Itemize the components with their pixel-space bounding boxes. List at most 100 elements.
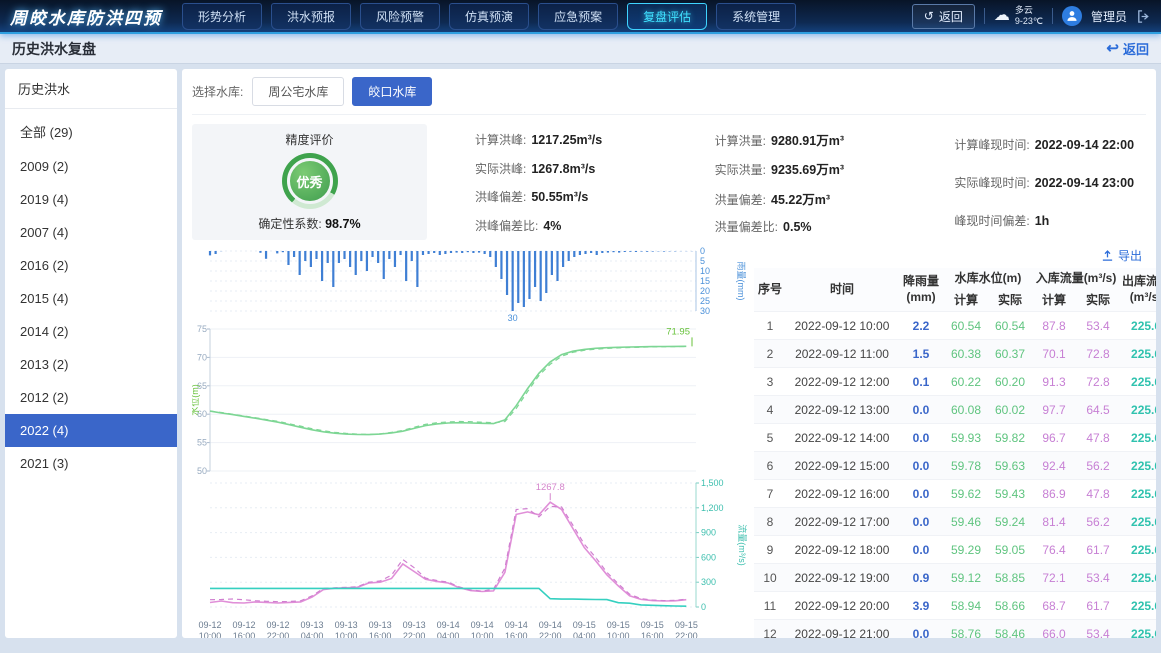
- svg-text:30: 30: [700, 306, 710, 316]
- sidebar-item-2015[interactable]: 2015 (4): [5, 282, 177, 315]
- stat-实际洪量: 实际洪量:9235.69万m³: [715, 159, 907, 178]
- svg-text:50: 50: [197, 466, 207, 476]
- reservoir-tabs: 周公宅水库皎口水库: [252, 77, 432, 106]
- svg-text:10: 10: [700, 266, 710, 276]
- svg-text:5: 5: [700, 256, 705, 266]
- table-row: 32022-09-12 12:000.160.2260.2091.372.822…: [754, 368, 1156, 396]
- table-row: 102022-09-12 19:000.959.1258.8572.153.42…: [754, 564, 1156, 592]
- table-body: 12022-09-12 10:002.260.5460.5487.853.422…: [754, 312, 1156, 638]
- svg-text:20: 20: [700, 286, 710, 296]
- menu-item-系统管理[interactable]: 系统管理: [716, 3, 796, 30]
- sidebar-item-2022[interactable]: 2022 (4): [5, 414, 177, 447]
- divider: [984, 8, 985, 24]
- flow-chart: 03006009001,2001,500流量(m³/s)1267.8: [192, 479, 748, 619]
- svg-text:1,500: 1,500: [701, 479, 724, 488]
- export-row: 导出: [754, 247, 1146, 268]
- sidebar-item-2021[interactable]: 2021 (3): [5, 447, 177, 480]
- back-arrow-icon: ↩: [1106, 41, 1119, 56]
- svg-text:0: 0: [701, 602, 706, 612]
- water-level-chart: 505560657075水位(m)71.95: [192, 323, 748, 479]
- reservoir-select-row: 选择水库: 周公宅水库皎口水库: [192, 77, 1146, 115]
- sidebar-item-全部[interactable]: 全部 (29): [5, 113, 177, 150]
- table-column: 导出 序号时间降雨量 (mm)水库水位(m)入库流量(m³/s)出库流量 (m³…: [754, 247, 1146, 638]
- table-row: 62022-09-12 15:000.059.7859.6392.456.222…: [754, 452, 1156, 480]
- weather-condition: 多云: [1015, 5, 1043, 16]
- menu-item-形势分析[interactable]: 形势分析: [182, 3, 262, 30]
- sidebar-item-2013[interactable]: 2013 (2): [5, 348, 177, 381]
- svg-text:55: 55: [197, 438, 207, 448]
- menu-item-风险预警[interactable]: 风险预警: [360, 3, 440, 30]
- svg-text:1267.8: 1267.8: [536, 482, 565, 493]
- sidebar-item-2014[interactable]: 2014 (2): [5, 315, 177, 348]
- svg-text:71.95: 71.95: [666, 326, 690, 337]
- x-axis-label: 09-1216:00: [233, 620, 256, 638]
- reservoir-tab-周公宅水库[interactable]: 周公宅水库: [252, 77, 344, 106]
- export-button[interactable]: 导出: [1101, 247, 1142, 264]
- app-title: 周皎水库防洪四预: [10, 4, 162, 29]
- x-axis-label: 09-1422:00: [539, 620, 562, 638]
- table-row: 52022-09-12 14:000.059.9359.8296.747.822…: [754, 424, 1156, 452]
- sidebar-item-2019[interactable]: 2019 (4): [5, 183, 177, 216]
- username: 管理员: [1091, 8, 1127, 25]
- content-area: 历史洪水 全部 (29)2009 (2)2019 (4)2007 (4)2016…: [0, 64, 1161, 643]
- x-axis-label: 09-1416:00: [505, 620, 528, 638]
- x-axis-labels: 09-1210:0009-1216:0009-1222:0009-1304:00…: [192, 619, 748, 638]
- menu-item-洪水预报[interactable]: 洪水预报: [271, 3, 351, 30]
- avatar[interactable]: [1062, 6, 1082, 26]
- x-axis-label: 09-1410:00: [471, 620, 494, 638]
- stat-实际洪峰: 实际洪峰:1267.8m³/s: [475, 160, 667, 177]
- charts-column: 051015202530雨量(mm)30 505560657075水位(m)71…: [192, 247, 748, 638]
- menu-item-应急预案[interactable]: 应急预案: [538, 3, 618, 30]
- x-axis-label: 09-1522:00: [675, 620, 698, 638]
- table-row: 42022-09-12 13:000.060.0860.0297.764.522…: [754, 396, 1156, 424]
- rainfall-chart: 051015202530雨量(mm)30: [192, 247, 748, 323]
- accuracy-grade-badge: 优秀: [287, 158, 333, 204]
- reservoir-tab-皎口水库[interactable]: 皎口水库: [352, 77, 432, 106]
- sidebar-item-2007[interactable]: 2007 (4): [5, 216, 177, 249]
- menu-item-复盘评估[interactable]: 复盘评估: [627, 3, 707, 30]
- table-row: 122022-09-12 21:000.058.7658.4666.053.42…: [754, 620, 1156, 638]
- sidebar-item-2012[interactable]: 2012 (2): [5, 381, 177, 414]
- x-axis-label: 09-1504:00: [573, 620, 596, 638]
- sidebar-item-2016[interactable]: 2016 (2): [5, 249, 177, 282]
- stat-实际峰现时间: 实际峰现时间:2022-09-14 23:00: [954, 174, 1146, 191]
- menu-item-仿真预演[interactable]: 仿真预演: [449, 3, 529, 30]
- sidebar-title: 历史洪水: [5, 69, 177, 109]
- svg-text:25: 25: [700, 296, 710, 306]
- sidebar-item-2009[interactable]: 2009 (2): [5, 150, 177, 183]
- page-header: 历史洪水复盘 ↩ 返回: [0, 34, 1161, 64]
- flood-data-table: 序号时间降雨量 (mm)水库水位(m)入库流量(m³/s)出库流量 (m³/s)…: [754, 268, 1156, 638]
- x-axis-label: 09-1222:00: [267, 620, 290, 638]
- accuracy-title: 精度评价: [285, 131, 333, 148]
- svg-text:30: 30: [508, 313, 518, 323]
- main-panel: 选择水库: 周公宅水库皎口水库 精度评价 优秀 确定性系数: 98.7% 计算洪…: [182, 69, 1156, 638]
- table-row: 12022-09-12 10:002.260.5460.5487.853.422…: [754, 312, 1156, 340]
- svg-text:流量(m³/s): 流量(m³/s): [737, 524, 748, 566]
- stat-洪峰偏差比: 洪峰偏差比:4%: [475, 217, 667, 234]
- svg-text:水位(m): 水位(m): [192, 384, 200, 416]
- x-axis-label: 09-1516:00: [641, 620, 664, 638]
- svg-text:70: 70: [197, 352, 207, 362]
- logout-icon[interactable]: [1136, 9, 1151, 24]
- page-back-button[interactable]: ↩ 返回: [1106, 39, 1149, 58]
- top-navbar: 周皎水库防洪四预 形势分析洪水预报风险预警仿真预演应急预案复盘评估系统管理 ↺ …: [0, 0, 1161, 34]
- nav-back-button[interactable]: ↺ 返回: [912, 4, 975, 29]
- certainty-coefficient: 确定性系数: 98.7%: [258, 215, 360, 232]
- stat-计算峰现时间: 计算峰现时间:2022-09-14 22:00: [954, 136, 1146, 153]
- stat-计算洪峰: 计算洪峰:1217.25m³/s: [475, 131, 667, 148]
- page-title: 历史洪水复盘: [12, 39, 96, 59]
- svg-text:75: 75: [197, 324, 207, 334]
- undo-icon: ↺: [924, 9, 934, 23]
- weather-widget: ☁ 多云 9-23℃: [994, 5, 1043, 27]
- history-flood-sidebar: 历史洪水 全部 (29)2009 (2)2019 (4)2007 (4)2016…: [5, 69, 177, 638]
- accuracy-gauge: 优秀: [282, 153, 338, 209]
- svg-text:0: 0: [700, 247, 705, 256]
- x-axis-label: 09-1404:00: [437, 620, 460, 638]
- table-row: 92022-09-12 18:000.059.2959.0576.461.722…: [754, 536, 1156, 564]
- svg-text:15: 15: [700, 276, 710, 286]
- cloud-icon: ☁: [994, 8, 1010, 24]
- stat-洪量偏差比: 洪量偏差比:0.5%: [715, 218, 907, 235]
- nav-back-label: 返回: [939, 8, 963, 25]
- stat-峰现时间偏差: 峰现时间偏差:1h: [954, 212, 1146, 229]
- x-axis-label: 09-1210:00: [198, 620, 221, 638]
